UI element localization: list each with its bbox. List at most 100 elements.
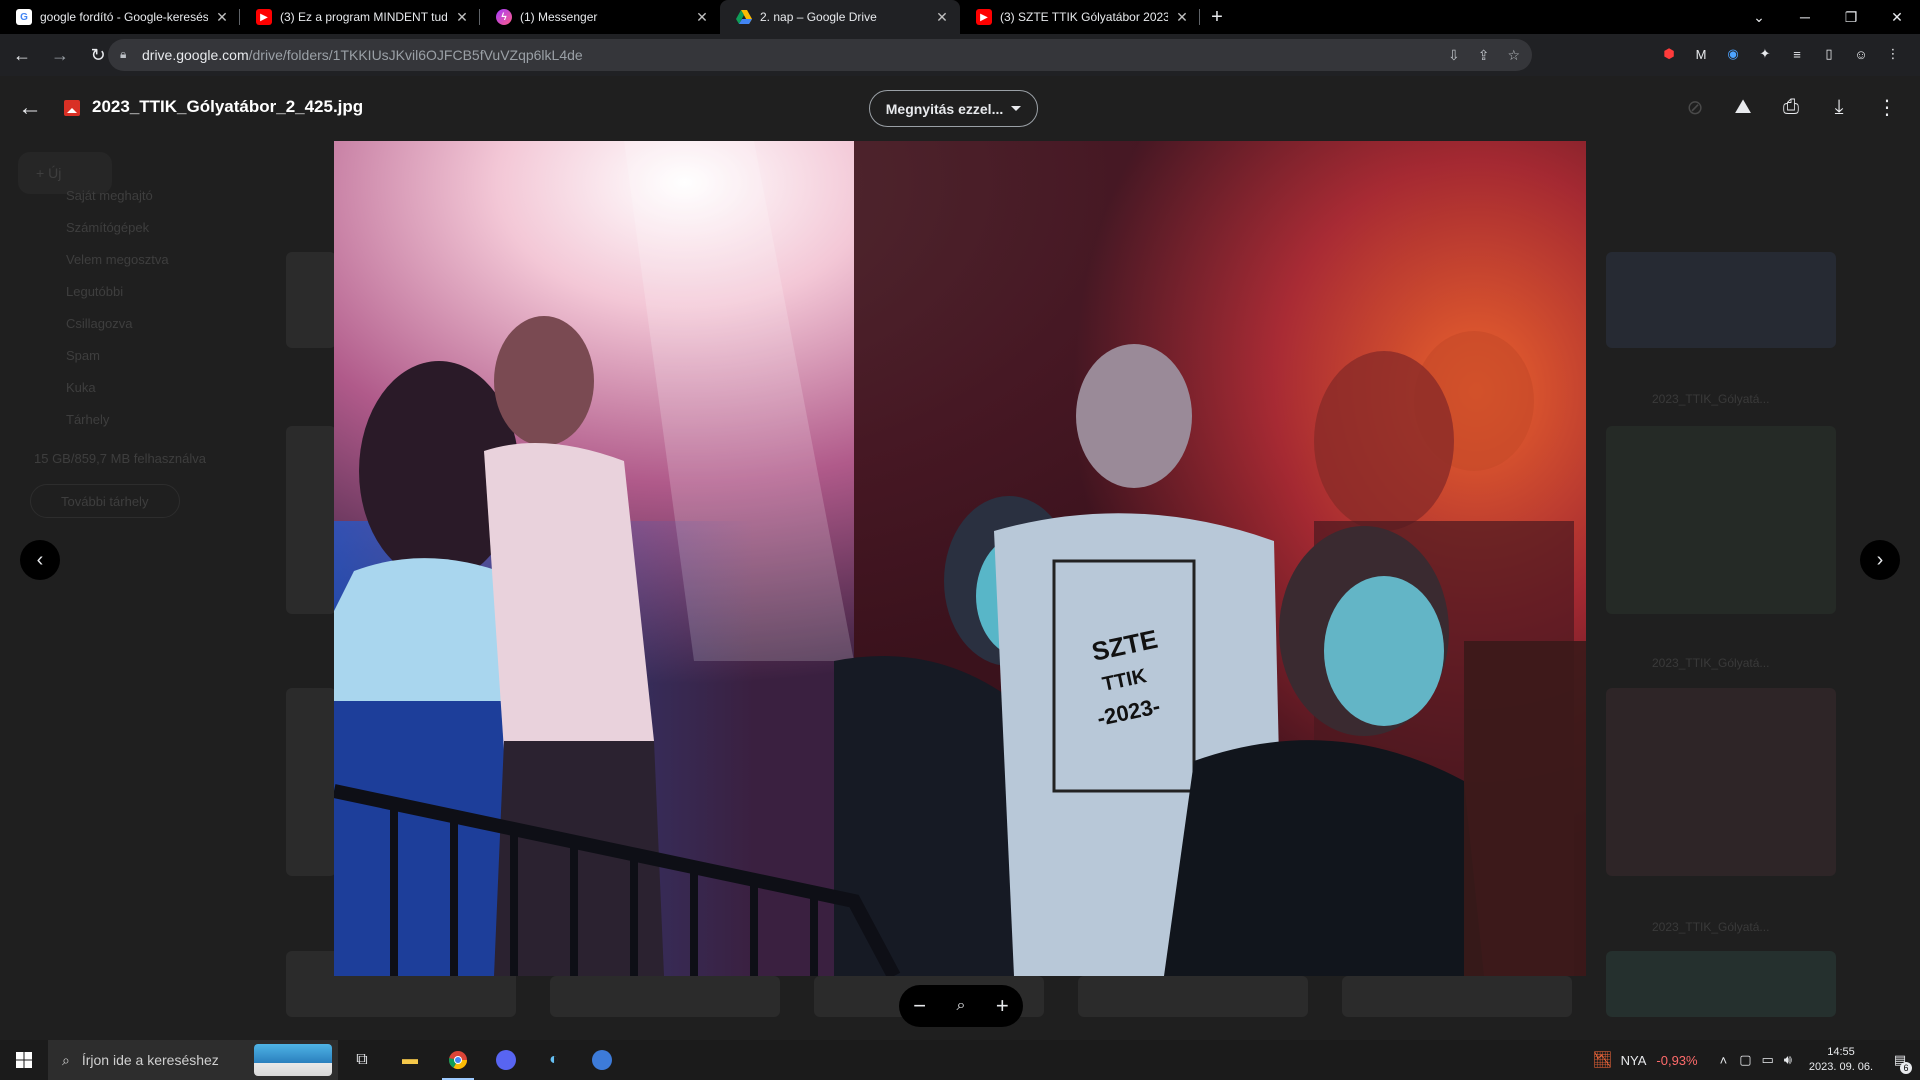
thumbnail	[286, 252, 336, 348]
viewer-actions: ⊘ ⛰ ⎙ ⤓ ⋮	[1680, 92, 1902, 122]
new-label: Új	[48, 165, 62, 181]
thumbnail	[286, 426, 336, 614]
sidebar-item-starred: Csillagozva	[66, 316, 133, 331]
thumbnail	[1606, 252, 1836, 348]
close-tab-icon[interactable]: ✕	[214, 9, 230, 26]
sidebar-item-recent: Legutóbbi	[66, 284, 124, 299]
chrome-menu-icon[interactable]: ⋮	[1884, 45, 1902, 63]
zoom-out-button[interactable]: −	[904, 993, 936, 1019]
tab-youtube-program[interactable]: ▶ (3) Ez a program MINDENT tud! ✕	[240, 0, 480, 34]
thumbnail	[1342, 976, 1572, 1017]
sidebar-item-storage: Tárhely	[66, 412, 110, 427]
thumbnail	[286, 688, 336, 876]
forward-button[interactable]: →	[44, 39, 76, 71]
discord-icon[interactable]	[482, 1040, 530, 1080]
stock-label: NYA	[1620, 1052, 1647, 1068]
sidebar-item-trash: Kuka	[66, 380, 96, 395]
browser-tab-strip: G google fordító - Google-keresés ✕ ▶ (3…	[0, 0, 1920, 34]
sidebar-item-my-drive: Saját meghajtó	[66, 188, 153, 203]
tab-search-icon[interactable]: ⌄	[1736, 0, 1782, 34]
tab-google-search[interactable]: G google fordító - Google-keresés ✕	[0, 0, 240, 34]
image-file-icon	[64, 100, 80, 116]
extensions-puzzle-icon[interactable]: ✦	[1756, 45, 1774, 63]
thumbnail	[1606, 688, 1836, 876]
open-with-label: Megnyitás ezzel...	[885, 100, 1004, 117]
taskbar-search[interactable]: ⌕ Írjon ide a kereséshez	[48, 1040, 338, 1080]
close-window-button[interactable]: ✕	[1874, 0, 1920, 34]
tab-title: (3) Ez a program MINDENT tud!	[280, 10, 448, 24]
tray-expand-icon[interactable]: ˄	[1720, 1053, 1728, 1068]
steam-icon[interactable]: ◐	[530, 1040, 578, 1080]
extension-blue-icon[interactable]: ◉	[1724, 45, 1742, 63]
open-with-button[interactable]: Megnyitás ezzel...	[869, 90, 1038, 127]
plus-icon: +	[36, 165, 49, 181]
tab-title: (3) SZTE TTIK Gólyatábor 2023 af	[1000, 10, 1168, 24]
thumbnail-label: 2023_TTIK_Gólyatá...	[1652, 656, 1770, 670]
window-controls: ⌄ ─ ❐ ✕	[1736, 0, 1920, 34]
back-button[interactable]: ←	[6, 39, 38, 71]
address-bar[interactable]: 🔒︎ drive.google.com/drive/folders/1TKKIU…	[108, 39, 1532, 71]
zoom-in-button[interactable]: +	[986, 993, 1018, 1019]
youtube-icon: ▶	[256, 9, 272, 25]
share-icon[interactable]: ⇪	[1478, 47, 1490, 64]
dropdown-caret-icon	[1011, 106, 1022, 111]
zoom-reset-icon[interactable]: ⌕	[945, 997, 977, 1015]
close-tab-icon[interactable]: ✕	[694, 9, 710, 26]
stock-chart-icon[interactable]: 📉︎	[1592, 1050, 1612, 1070]
device-icon[interactable]: ▢	[1739, 1052, 1751, 1068]
restore-button[interactable]: ❐	[1828, 0, 1874, 34]
sidebar-item-spam: Spam	[66, 348, 100, 363]
bookmark-star-icon[interactable]: ☆	[1507, 47, 1520, 64]
volume-icon[interactable]: 🔊︎	[1784, 1052, 1792, 1068]
extensions-bar: ⬢ M ◉ ✦ ≡ ▯ ☺ ⋮	[1660, 45, 1902, 63]
stock-change: -0,93%	[1656, 1052, 1698, 1068]
new-tab-button[interactable]: +	[1200, 0, 1234, 34]
tab-title: 2. nap – Google Drive	[760, 10, 877, 24]
tab-youtube-golyatabor[interactable]: ▶ (3) SZTE TTIK Gólyatábor 2023 af ✕	[960, 0, 1200, 34]
notification-count: 6	[1900, 1062, 1912, 1074]
adblock-extension-icon[interactable]: ⬢	[1660, 45, 1678, 63]
print-icon[interactable]: ⎙	[1776, 92, 1806, 122]
minimize-button[interactable]: ─	[1782, 0, 1828, 34]
viewer-back-button[interactable]: ←	[18, 94, 46, 122]
messenger-icon: ϟ	[496, 9, 512, 25]
previous-image-button[interactable]: ‹	[20, 540, 60, 580]
close-tab-icon[interactable]: ✕	[1174, 9, 1190, 26]
more-options-icon[interactable]: ⋮	[1872, 92, 1902, 122]
add-to-drive-icon[interactable]: ⛰	[1728, 92, 1758, 122]
install-app-icon[interactable]: ⇩	[1448, 47, 1460, 64]
google-icon: G	[16, 9, 32, 25]
tab-messenger[interactable]: ϟ (1) Messenger ✕	[480, 0, 720, 34]
task-view-icon[interactable]: ⧉	[338, 1040, 386, 1080]
chrome-taskbar-icon[interactable]	[434, 1040, 482, 1080]
windows-start-icon[interactable]	[0, 1040, 48, 1080]
notification-center-icon[interactable]: ▤ 6	[1880, 1040, 1920, 1080]
extension-m-icon[interactable]: M	[1692, 45, 1710, 63]
download-icon[interactable]: ⤓	[1824, 92, 1854, 122]
media-controls-icon[interactable]: ≡	[1788, 45, 1806, 63]
clock-date: 2023. 09. 06.	[1808, 1061, 1874, 1073]
preview-image: SZTE TTIK -2023-	[334, 141, 1586, 976]
file-explorer-icon[interactable]: ▬	[386, 1040, 434, 1080]
lock-icon[interactable]: 🔒︎	[120, 47, 134, 63]
system-tray: 📉︎ NYA -0,93% ˄ ▢ ▭ 🔊︎ 14:55 2023. 09. 0…	[1592, 1040, 1920, 1080]
close-tab-icon[interactable]: ✕	[934, 9, 950, 26]
youtube-icon: ▶	[976, 9, 992, 25]
sidebar-item-shared: Velem megosztva	[66, 252, 169, 267]
file-name: 2023_TTIK_Gólyatábor_2_425.jpg	[92, 97, 364, 116]
thumbnail-label: 2023_TTIK_Gólyatá...	[1652, 392, 1770, 406]
more-storage-button: További tárhely	[30, 484, 180, 518]
tab-separator	[1199, 9, 1200, 25]
omnibox-actions: ⇩ ⇪ ☆	[1448, 47, 1520, 64]
app-blue-icon[interactable]	[578, 1040, 626, 1080]
side-panel-icon[interactable]: ▯	[1820, 45, 1838, 63]
network-icon[interactable]: ▭	[1762, 1052, 1774, 1068]
search-icon: ⌕	[62, 1051, 70, 1068]
clock[interactable]: 14:55 2023. 09. 06.	[1802, 1045, 1880, 1075]
close-tab-icon[interactable]: ✕	[454, 9, 470, 26]
search-highlight-image	[254, 1044, 332, 1076]
next-image-button[interactable]: ›	[1860, 540, 1900, 580]
profile-avatar-icon[interactable]: ☺	[1852, 45, 1870, 63]
tab-google-drive[interactable]: 2. nap – Google Drive ✕	[720, 0, 960, 34]
thumbnail-label: 2023_TTIK_Gólyatá...	[1652, 920, 1770, 934]
